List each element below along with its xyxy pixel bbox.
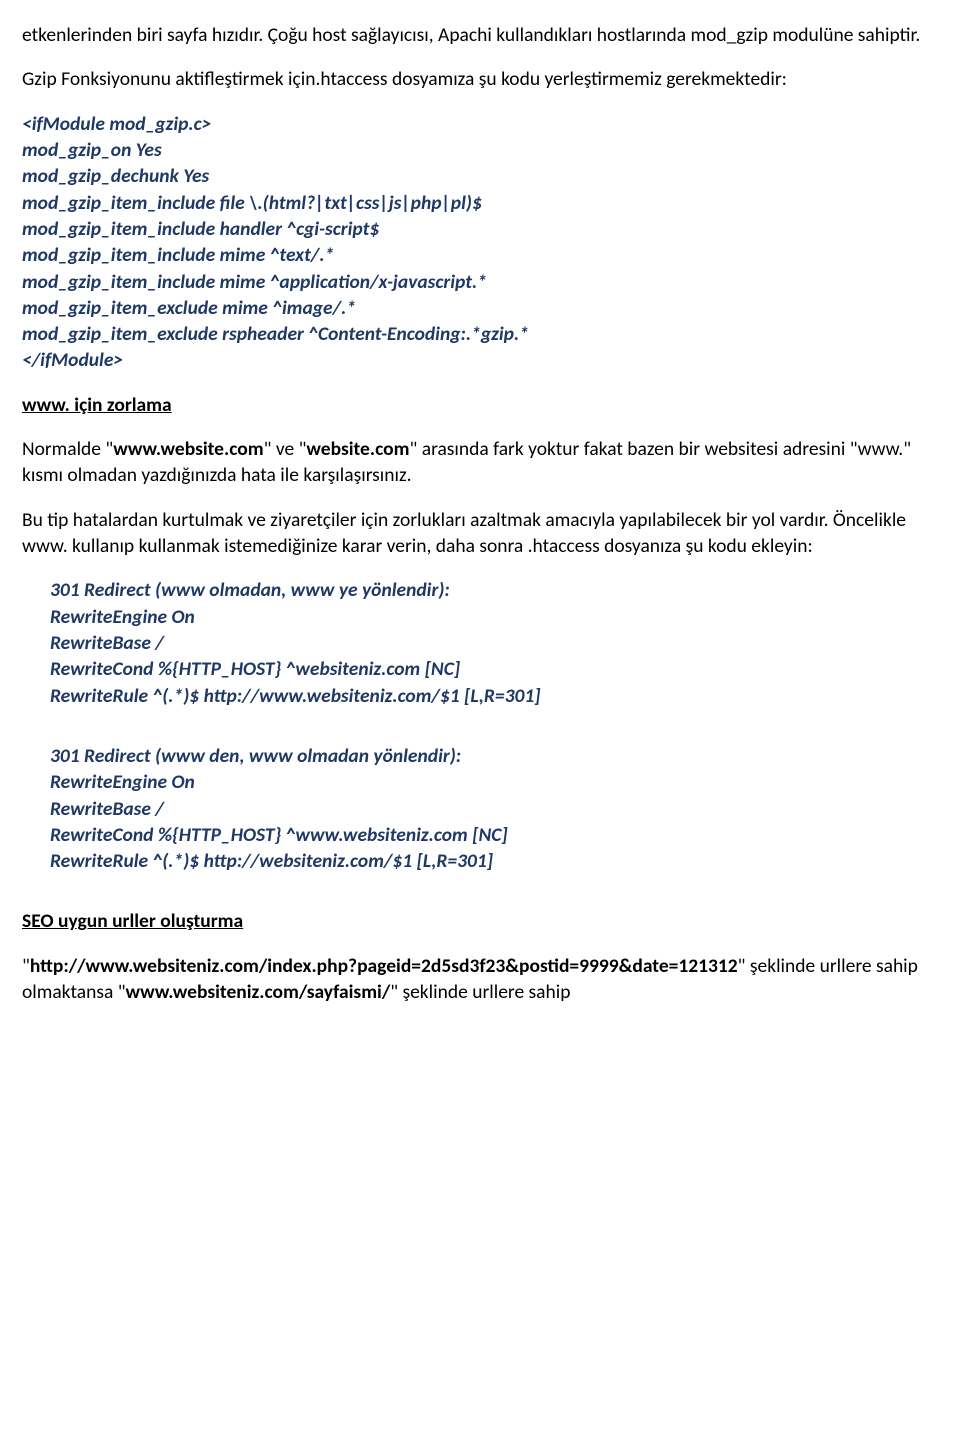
- code-line: mod_gzip_item_exclude mime ^image/.*: [22, 295, 938, 321]
- www-paragraph-1: Normalde "www.website.com" ve "website.c…: [22, 436, 938, 489]
- code-line: 301 Redirect (www den, www olmadan yönle…: [50, 743, 938, 769]
- bold-text: website.com: [306, 437, 409, 461]
- code-line: RewriteEngine On: [50, 604, 938, 630]
- code-line: RewriteCond %{HTTP_HOST} ^www.websiteniz…: [50, 822, 938, 848]
- code-line: RewriteRule ^(.*)$ http://www.websiteniz…: [50, 683, 938, 709]
- text: " ve ": [264, 437, 307, 461]
- bold-text: http://www.websiteniz.com/index.php?page…: [30, 954, 738, 978]
- seo-paragraph: "http://www.websiteniz.com/index.php?pag…: [22, 953, 938, 1006]
- code-line: mod_gzip_item_include file \.(html?|txt|…: [22, 190, 938, 216]
- intro-paragraph-1: etkenlerinden biri sayfa hızıdır. Çoğu h…: [22, 22, 938, 48]
- www-heading: www. için zorlama: [22, 392, 938, 418]
- redirect-1-code-block: 301 Redirect (www olmadan, www ye yönlen…: [22, 577, 938, 709]
- text: ": [22, 954, 30, 978]
- code-line: RewriteBase /: [50, 630, 938, 656]
- text: " şeklinde urllere sahip: [390, 980, 570, 1004]
- www-paragraph-2: Bu tip hatalardan kurtulmak ve ziyaretçi…: [22, 507, 938, 560]
- code-line: <ifModule mod_gzip.c>: [22, 111, 938, 137]
- code-line: RewriteEngine On: [50, 769, 938, 795]
- code-line: </ifModule>: [22, 347, 938, 373]
- code-line: mod_gzip_item_include mime ^application/…: [22, 269, 938, 295]
- code-line: mod_gzip_item_exclude rspheader ^Content…: [22, 321, 938, 347]
- code-line: 301 Redirect (www olmadan, www ye yönlen…: [50, 577, 938, 603]
- seo-heading: SEO uygun urller oluşturma: [22, 908, 938, 934]
- code-line: mod_gzip_dechunk Yes: [22, 163, 938, 189]
- code-line: mod_gzip_on Yes: [22, 137, 938, 163]
- code-line: mod_gzip_item_include handler ^cgi-scrip…: [22, 216, 938, 242]
- code-line: RewriteRule ^(.*)$ http://websiteniz.com…: [50, 848, 938, 874]
- text: Normalde ": [22, 437, 113, 461]
- code-line: RewriteCond %{HTTP_HOST} ^websiteniz.com…: [50, 656, 938, 682]
- bold-text: www.websiteniz.com/sayfaismi/: [126, 980, 391, 1004]
- code-line: mod_gzip_item_include mime ^text/.*: [22, 242, 938, 268]
- intro-paragraph-2: Gzip Fonksiyonunu aktifleştirmek için.ht…: [22, 66, 938, 92]
- gzip-code-block: <ifModule mod_gzip.c> mod_gzip_on Yes mo…: [22, 111, 938, 374]
- redirect-2-code-block: 301 Redirect (www den, www olmadan yönle…: [22, 743, 938, 875]
- bold-text: www.website.com: [113, 437, 263, 461]
- code-line: RewriteBase /: [50, 796, 938, 822]
